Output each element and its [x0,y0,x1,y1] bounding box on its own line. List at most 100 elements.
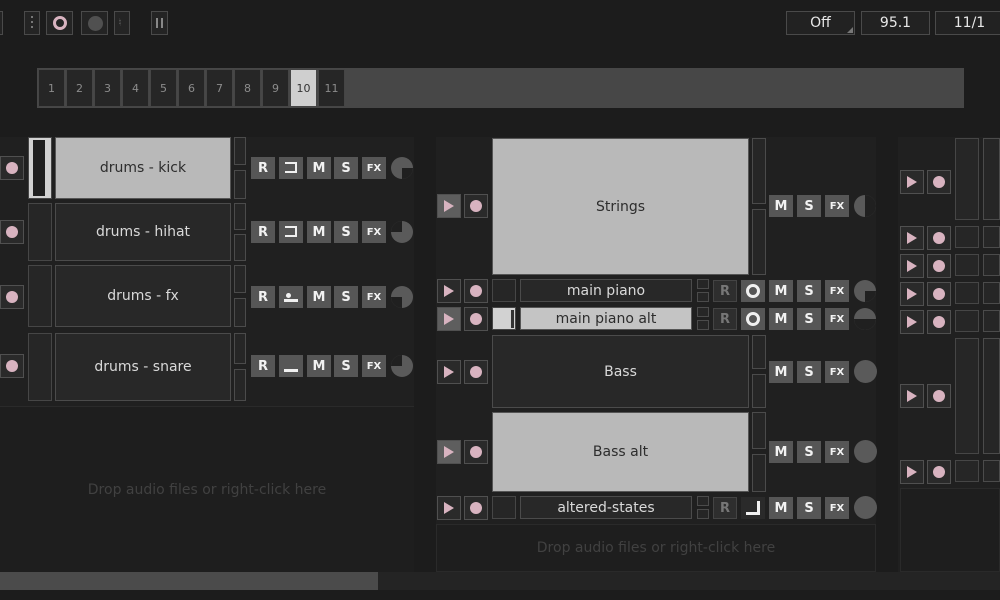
clip-altered-states[interactable]: altered-states [520,496,692,519]
solo-button[interactable]: S [334,221,358,243]
mode-display[interactable]: Off [786,11,855,35]
drop-zone[interactable]: Drop audio files or right-click here [436,524,876,572]
track-scroll-handle[interactable] [752,412,766,449]
loop-mode-button[interactable] [741,280,765,302]
mute-button[interactable]: M [769,195,793,217]
record-arm-button[interactable] [927,384,951,408]
clip-slot[interactable] [28,265,52,327]
clip-slot[interactable] [955,460,979,482]
record-arm-button[interactable] [927,460,951,484]
scene-button-6[interactable]: 6 [178,69,205,107]
volume-knob[interactable] [854,496,877,519]
track-scroll-handle[interactable] [234,298,246,327]
volume-knob[interactable] [391,221,413,243]
clip-drums-kick[interactable]: drums - kick [55,137,231,199]
fx-button[interactable]: FX [825,308,849,330]
track-scroll-handle[interactable] [983,310,1000,332]
record-enable-button[interactable]: R [251,286,275,308]
clip-slot[interactable] [955,254,979,276]
mute-button[interactable]: M [307,355,331,377]
track-scroll-handle[interactable] [752,454,766,492]
volume-knob[interactable] [854,308,876,330]
clip-main-piano-alt[interactable]: main piano alt [520,307,692,330]
record-arm-button[interactable] [0,156,24,180]
clip-slot[interactable] [28,203,52,261]
solo-button[interactable]: S [797,280,821,302]
track-scroll-handle[interactable] [983,254,1000,276]
volume-knob[interactable] [854,360,877,383]
clip-slot[interactable] [955,226,979,248]
track-scroll-handle[interactable] [234,265,246,293]
clip-slot[interactable] [955,282,979,304]
fx-button[interactable]: FX [825,195,849,217]
record-arm-button[interactable] [0,354,24,378]
play-button[interactable] [900,282,924,306]
track-scroll-handle[interactable] [234,170,246,199]
track-scroll-handle[interactable] [234,234,246,261]
track-scroll-handle[interactable] [983,460,1000,482]
record-arm-button[interactable] [0,285,24,309]
scene-button-10[interactable]: 10 [290,69,317,107]
clip-bass[interactable]: Bass [492,335,749,408]
mute-button[interactable]: M [769,361,793,383]
scene-button-1[interactable]: 1 [38,69,65,107]
track-scroll-handle[interactable] [752,209,766,275]
record-enable-button[interactable]: R [251,157,275,179]
metronome-button[interactable]: ♮ [114,11,130,35]
solo-button[interactable]: S [334,355,358,377]
record-enable-button[interactable]: R [713,308,737,330]
tempo-display[interactable]: 95.1 [861,11,930,35]
volume-knob[interactable] [854,280,876,302]
record-arm-button[interactable] [927,310,951,334]
track-scroll-handle[interactable] [234,203,246,230]
fx-button[interactable]: FX [362,221,386,243]
fx-button[interactable]: FX [825,361,849,383]
clip-slot[interactable] [28,333,52,401]
play-button[interactable] [437,496,461,520]
record-arm-button[interactable] [464,496,488,520]
play-button[interactable] [900,226,924,250]
solo-button[interactable]: S [797,308,821,330]
track-scroll-handle[interactable] [752,335,766,369]
track-scroll-handle[interactable] [234,333,246,364]
fx-button[interactable]: FX [825,497,849,519]
drop-zone[interactable]: Drop audio files or right-click here [0,406,414,572]
track-scroll-handle[interactable] [983,282,1000,304]
track-scroll-handle[interactable] [697,307,709,317]
record-arm-button[interactable] [464,194,488,218]
mute-button[interactable]: M [769,497,793,519]
track-scroll-handle[interactable] [983,226,1000,248]
play-button[interactable] [900,384,924,408]
scene-button-4[interactable]: 4 [122,69,149,107]
scene-button-7[interactable]: 7 [206,69,233,107]
solo-button[interactable]: S [797,441,821,463]
clip-slot[interactable] [955,310,979,332]
volume-knob[interactable] [854,195,876,217]
volume-knob[interactable] [391,355,413,377]
track-scroll-handle[interactable] [234,369,246,401]
track-scroll-handle[interactable] [983,338,1000,454]
horizontal-scrollbar-thumb[interactable] [0,572,378,590]
scene-button-9[interactable]: 9 [262,69,289,107]
left-edge-button[interactable] [0,11,3,35]
play-button[interactable] [437,194,461,218]
clip-slot[interactable] [955,338,979,454]
fx-button[interactable]: FX [362,286,386,308]
record-enable-button[interactable]: R [251,355,275,377]
clip-slot[interactable] [492,496,516,519]
track-scroll-handle[interactable] [697,496,709,506]
record-arm-button[interactable] [927,254,951,278]
mute-button[interactable]: M [307,157,331,179]
play-button[interactable] [900,460,924,484]
volume-knob[interactable] [391,286,413,308]
record-button[interactable] [81,11,108,35]
mute-button[interactable]: M [307,286,331,308]
track-scroll-handle[interactable] [983,138,1000,220]
scene-button-11[interactable]: 11 [318,69,345,107]
solo-button[interactable]: S [797,361,821,383]
fx-button[interactable]: FX [362,157,386,179]
solo-button[interactable]: S [334,286,358,308]
clip-bass-alt[interactable]: Bass alt [492,412,749,492]
play-button[interactable] [900,310,924,334]
record-enable-button[interactable]: R [713,280,737,302]
